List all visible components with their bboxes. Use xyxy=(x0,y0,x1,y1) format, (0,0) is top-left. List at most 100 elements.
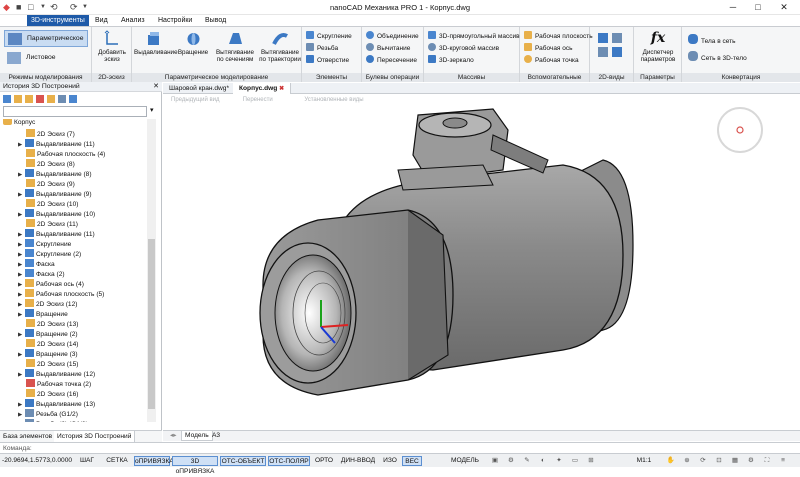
tree-item[interactable]: ▶ Выдавливание (11) xyxy=(18,229,95,239)
toggle-dyn-input[interactable]: ДИН-ВВОД xyxy=(338,456,378,466)
menu-icon[interactable]: ≡ xyxy=(776,456,790,466)
loft-button[interactable]: Вытягивание по сечениям xyxy=(214,30,256,63)
scroll-thumb[interactable] xyxy=(148,239,155,409)
expand-arrow-icon[interactable]: ▶ xyxy=(18,350,25,360)
tab-ball-valve[interactable]: Шаровой кран.dwg* xyxy=(163,83,237,94)
add-sketch-button[interactable]: Добавить эскиз xyxy=(94,30,130,63)
fillet-button[interactable]: Скругление xyxy=(306,31,352,41)
workspace-icon[interactable]: ▦ xyxy=(728,456,742,466)
orbit-icon[interactable]: ⟳ xyxy=(696,456,710,466)
tree-item[interactable]: 2D Эскиз (14) xyxy=(26,339,78,349)
tree-item[interactable]: 2D Эскиз (11) xyxy=(26,219,78,229)
expand-arrow-icon[interactable]: ▶ xyxy=(18,370,25,380)
tree-item[interactable]: ▶ Выдавливание (8) xyxy=(18,169,92,179)
projection-view-icon[interactable] xyxy=(612,33,622,43)
tree-item[interactable]: ▶ Выдавливание (13) xyxy=(18,399,95,409)
sweep-button[interactable]: Вытягивание по траектории xyxy=(258,30,302,63)
detail-view-icon[interactable] xyxy=(612,47,622,57)
toggle-3d-osnap[interactable]: 3D оПРИВЯЗКА xyxy=(172,456,218,475)
tree-item[interactable]: 2D Эскиз (15) xyxy=(26,359,78,369)
close-tab-icon[interactable]: ✖ xyxy=(279,86,284,92)
tree-item[interactable]: ▶ Резьба (2) (G1/2) xyxy=(18,419,88,422)
view-cube[interactable] xyxy=(717,107,763,153)
sheet-mode-button[interactable]: Листовое xyxy=(4,50,88,67)
work-plane-icon[interactable] xyxy=(14,95,22,103)
search-input[interactable] xyxy=(3,106,147,117)
tree-item[interactable]: ▶ Выдавливание (11) xyxy=(18,139,95,149)
tree-item[interactable]: ▶ Выдавливание (12) xyxy=(18,369,95,379)
close-icon[interactable]: ✕ xyxy=(153,82,159,92)
extrude-button[interactable]: Выдавливание xyxy=(134,30,178,56)
tab-view[interactable]: Вид xyxy=(91,15,112,26)
tree-item[interactable]: ▶ Фаска (2) xyxy=(18,269,65,279)
filter-dropdown-icon[interactable]: ▾ xyxy=(150,106,154,114)
minimize-button[interactable]: ─ xyxy=(722,1,744,14)
zoom-extents-icon[interactable]: ⊡ xyxy=(712,456,726,466)
expand-arrow-icon[interactable]: ▶ xyxy=(18,310,25,320)
tree-item[interactable]: ▶ Выдавливание (10) xyxy=(18,209,95,219)
tab-model[interactable]: Модель xyxy=(181,431,213,441)
annotation-icon[interactable]: ⚙ xyxy=(504,456,518,466)
tree-item[interactable]: 2D Эскиз (10) xyxy=(26,199,78,209)
settings-icon[interactable]: ⚙ xyxy=(744,456,758,466)
tree-item[interactable]: ▶ Вращение (3) xyxy=(18,349,78,359)
pan-icon[interactable]: ✋ xyxy=(664,456,678,466)
tools-icon[interactable]: ✎ xyxy=(520,456,534,466)
layout-nav-icon[interactable]: ◂▸ xyxy=(167,431,180,441)
tree-item[interactable]: Рабочая плоскость (4) xyxy=(26,149,105,159)
toggle-lineweight[interactable]: ВЕС xyxy=(402,456,422,466)
revolve-button[interactable]: Вращение xyxy=(174,30,212,56)
tree-item[interactable]: 2D Эскиз (7) xyxy=(26,129,75,139)
model-viewport[interactable]: Предыдущий вид Перенести Установленные в… xyxy=(163,95,800,430)
tree-item[interactable]: 2D Эскиз (13) xyxy=(26,319,78,329)
expand-icon[interactable] xyxy=(69,95,77,103)
expand-arrow-icon[interactable]: ▶ xyxy=(18,330,25,340)
fullscreen-icon[interactable]: ⛶ xyxy=(760,456,774,466)
tree-item[interactable]: ▶ Резьба (G1/2) xyxy=(18,409,78,419)
tree-item[interactable]: ▶ Выдавливание (9) xyxy=(18,189,92,199)
section-view-icon[interactable] xyxy=(598,47,608,57)
toggle-snap[interactable]: ШАГ xyxy=(74,456,100,466)
mesh-to-solid-button[interactable]: Сеть в 3D-тело xyxy=(688,51,747,63)
tree-item[interactable]: ▶ Фаска xyxy=(18,259,55,269)
tree-item[interactable]: ▶ 2D Эскиз (12) xyxy=(18,299,77,309)
toggle-polar-tracking[interactable]: ОТС-ПОЛЯР xyxy=(268,456,310,466)
tree-item[interactable]: 2D Эскиз (16) xyxy=(26,389,78,399)
expand-arrow-icon[interactable]: ▶ xyxy=(18,210,25,220)
lock-icon[interactable]: ▭ xyxy=(568,456,582,466)
toggle-osnap[interactable]: оПРИВЯЗКА xyxy=(134,456,174,466)
command-line[interactable]: Команда: xyxy=(0,442,800,453)
work-point-button[interactable]: Рабочая точка xyxy=(524,55,579,65)
scale-indicator[interactable]: М1:1 xyxy=(630,456,658,466)
close-button[interactable]: ✕ xyxy=(773,1,795,14)
tab-output[interactable]: Вывод xyxy=(201,15,230,26)
tree-item[interactable]: ▶ Скругление (2) xyxy=(18,249,81,259)
tab-3d-tools[interactable]: 3D-инструменты xyxy=(27,15,89,26)
layout-icon[interactable]: ▣ xyxy=(488,456,502,466)
toggle-grid[interactable]: СЕТКА xyxy=(102,456,132,466)
intersect-button[interactable]: Пересечение xyxy=(366,55,417,65)
rect-array-button[interactable]: 3D-прямоугольный массив xyxy=(428,31,520,41)
polar-array-button[interactable]: 3D-круговой массив xyxy=(428,43,499,53)
hole-button[interactable]: Отверстие xyxy=(306,55,349,65)
thread-button[interactable]: Резьба xyxy=(306,43,338,53)
expand-arrow-icon[interactable]: ▶ xyxy=(18,190,25,200)
mirror-button[interactable]: 3D-зеркало xyxy=(428,55,474,65)
tree-item[interactable]: ▶ Вращение xyxy=(18,309,68,319)
filter-icon[interactable] xyxy=(3,95,11,103)
quality-icon[interactable]: ✦ xyxy=(552,456,566,466)
tab-analysis[interactable]: Анализ xyxy=(117,15,149,26)
tree-scrollbar[interactable] xyxy=(147,119,156,422)
tree-item[interactable]: Рабочая точка (2) xyxy=(26,379,91,389)
work-point-icon[interactable] xyxy=(36,95,44,103)
tree-item[interactable]: 2D Эскиз (9) xyxy=(26,179,75,189)
work-plane-button[interactable]: Рабочая плоскость xyxy=(524,31,593,41)
tab-body[interactable]: Корпус.dwg ✖ xyxy=(233,83,292,94)
tab-a3[interactable]: А3 xyxy=(209,431,223,441)
expand-arrow-icon[interactable]: ▶ xyxy=(18,170,25,180)
render-icon[interactable]: ◐ xyxy=(536,456,550,466)
body-icon[interactable] xyxy=(58,95,66,103)
tree-root[interactable]: Корпус xyxy=(3,119,35,127)
base-view-icon[interactable] xyxy=(598,33,608,43)
toggle-ortho[interactable]: ОРТО xyxy=(312,456,336,466)
